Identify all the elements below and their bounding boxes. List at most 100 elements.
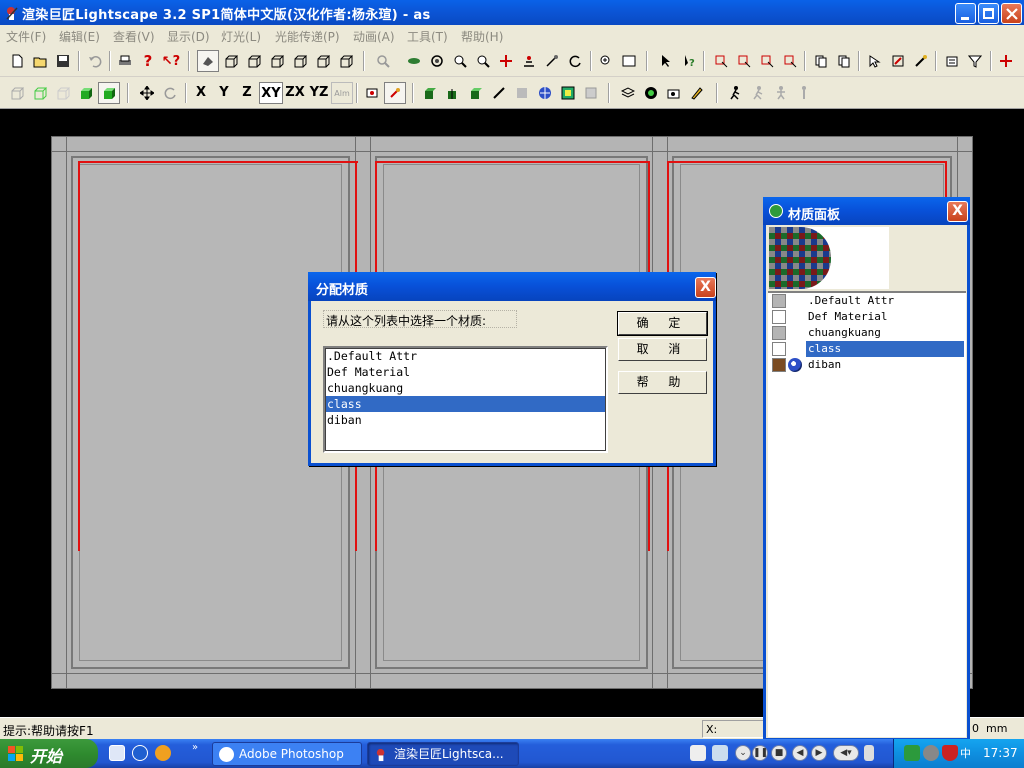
gray-block-button[interactable]: [511, 82, 533, 104]
material-row[interactable]: .Default Attr: [768, 293, 966, 309]
material-row[interactable]: diban: [768, 357, 966, 373]
line-tool-button[interactable]: [488, 82, 510, 104]
query-button[interactable]: ?: [678, 50, 700, 72]
zoom-in-button[interactable]: [449, 50, 471, 72]
block-tool-1-button[interactable]: [419, 82, 441, 104]
ime-icon[interactable]: [712, 745, 728, 761]
material-list-item[interactable]: Def Material: [325, 364, 606, 380]
material-list-item-selected[interactable]: class: [325, 396, 606, 412]
fly-button[interactable]: [541, 50, 563, 72]
menu-help[interactable]: 帮助(H): [461, 28, 503, 45]
cancel-button[interactable]: 取 消: [618, 338, 707, 361]
print-button[interactable]: [114, 50, 136, 72]
plane-zx-button[interactable]: ZX: [283, 82, 307, 104]
object-tool-3-button[interactable]: [910, 50, 932, 72]
block-tool-3-button[interactable]: [465, 82, 487, 104]
camera-tool-button[interactable]: [663, 82, 685, 104]
layer-stack-button[interactable]: [617, 82, 639, 104]
object-tool-2-button[interactable]: [887, 50, 909, 72]
stop-button[interactable]: ■: [771, 745, 787, 761]
plane-yz-button[interactable]: YZ: [307, 82, 331, 104]
close-button[interactable]: [1001, 3, 1022, 24]
light-tool-button[interactable]: [640, 82, 662, 104]
pause-button[interactable]: ❚❚: [752, 745, 768, 761]
zoom-out-button[interactable]: [472, 50, 494, 72]
open-file-button[interactable]: [29, 50, 51, 72]
add-point-button[interactable]: [995, 50, 1017, 72]
menu-edit[interactable]: 编辑(E): [59, 28, 100, 45]
eyedropper-button[interactable]: [384, 82, 406, 104]
edit-tool-button[interactable]: [686, 82, 708, 104]
ok-button[interactable]: 确 定: [617, 311, 708, 336]
material-row[interactable]: chuangkuang: [768, 325, 966, 341]
view-cube-6-button[interactable]: [335, 50, 357, 72]
rotate-view-button[interactable]: [426, 50, 448, 72]
menu-file[interactable]: 文件(F): [6, 28, 46, 45]
menu-radiosity[interactable]: 光能传递(P): [275, 28, 340, 45]
view-cube-1-button[interactable]: [220, 50, 242, 72]
show-desktop-icon[interactable]: [109, 745, 125, 761]
network-icon[interactable]: [904, 745, 920, 761]
filter-button[interactable]: [964, 50, 986, 72]
zoom-extents-button[interactable]: [372, 50, 394, 72]
walkthrough-3-button[interactable]: [770, 82, 792, 104]
render-mode-2-button[interactable]: [29, 82, 51, 104]
menu-display[interactable]: 显示(D): [167, 28, 210, 45]
axis-x-button[interactable]: X: [190, 82, 212, 104]
material-list-item[interactable]: diban: [325, 412, 606, 428]
select-tool-2-button[interactable]: [733, 50, 755, 72]
move-button[interactable]: [136, 82, 158, 104]
plane-xy-button[interactable]: XY: [259, 82, 283, 104]
object-tool-1-button[interactable]: [864, 50, 886, 72]
rotate-button[interactable]: [159, 82, 181, 104]
select-tool-1-button[interactable]: [710, 50, 732, 72]
quicklaunch-chevron-icon[interactable]: »: [192, 742, 198, 753]
save-button[interactable]: [52, 50, 74, 72]
material-list-item[interactable]: chuangkuang: [325, 380, 606, 396]
select-tool-3-button[interactable]: [756, 50, 778, 72]
view-cube-3-button[interactable]: [266, 50, 288, 72]
ime-tray-icon[interactable]: 中: [960, 745, 976, 761]
select-arrow-button[interactable]: [655, 50, 677, 72]
media-player-icon[interactable]: [155, 745, 171, 761]
walkthrough-4-button[interactable]: [793, 82, 815, 104]
media-scroll-icon[interactable]: [864, 745, 874, 761]
display-window-button[interactable]: [618, 50, 640, 72]
minimize-button[interactable]: [955, 3, 976, 24]
material-list-item[interactable]: .Default Attr: [325, 348, 606, 364]
next-button[interactable]: ▶: [811, 745, 827, 761]
material-assign-button[interactable]: [361, 82, 383, 104]
view-cube-4-button[interactable]: [289, 50, 311, 72]
context-help-button[interactable]: ↖?: [160, 50, 182, 72]
material-panel-close-button[interactable]: X: [947, 201, 968, 222]
axis-z-button[interactable]: Z: [236, 82, 258, 104]
render-mode-1-button[interactable]: [6, 82, 28, 104]
previous-button[interactable]: ◀: [792, 745, 808, 761]
material-panel-titlebar[interactable]: 材质面板 X: [763, 197, 970, 225]
toolbar-overflow[interactable]: [1017, 50, 1024, 72]
sphere-tool-button[interactable]: [534, 82, 556, 104]
select-surface-button[interactable]: [197, 50, 219, 72]
render-mode-4-button[interactable]: [75, 82, 97, 104]
walk-button[interactable]: [518, 50, 540, 72]
taskbar-item-photoshop[interactable]: Adobe Photoshop: [212, 742, 362, 766]
keyboard-icon[interactable]: [690, 745, 706, 761]
walkthrough-2-button[interactable]: [747, 82, 769, 104]
menu-animation[interactable]: 动画(A): [353, 28, 395, 45]
undo-button[interactable]: [84, 50, 106, 72]
speaker-icon[interactable]: [923, 745, 939, 761]
quicklaunch-app-icon[interactable]: [132, 745, 148, 761]
taskbar-item-lightscape[interactable]: 渲染巨匠Lightsca...: [367, 742, 519, 766]
axis-y-button[interactable]: Y: [213, 82, 235, 104]
maximize-button[interactable]: [978, 3, 999, 24]
media-menu-button[interactable]: ⌄: [735, 745, 751, 761]
material-panel-list[interactable]: .Default Attr Def Material chuangkuang c…: [768, 291, 966, 737]
view-cube-2-button[interactable]: [243, 50, 265, 72]
menu-tools[interactable]: 工具(T): [407, 28, 448, 45]
volume-button[interactable]: ◀▾: [833, 745, 859, 761]
select-tool-4-button[interactable]: [779, 50, 801, 72]
paste-button[interactable]: [833, 50, 855, 72]
menu-view[interactable]: 查看(V): [113, 28, 155, 45]
texture-tool-button[interactable]: [557, 82, 579, 104]
view-cube-5-button[interactable]: [312, 50, 334, 72]
